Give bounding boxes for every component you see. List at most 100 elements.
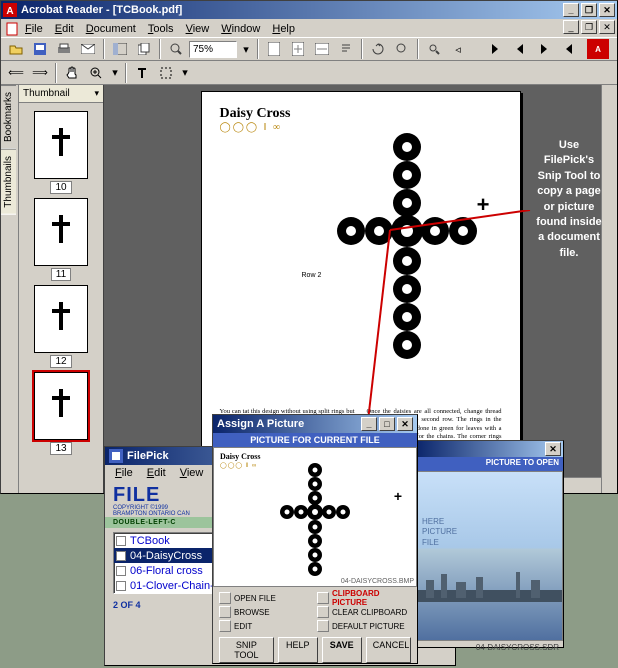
copy-icon[interactable]: [133, 39, 155, 59]
hand-tool-icon[interactable]: [61, 63, 83, 83]
assign-option-grid: OPEN FILE CLIPBOARD PICTURE BROWSE CLEAR…: [213, 587, 417, 635]
tool-dropdown-icon[interactable]: ▾: [109, 63, 121, 83]
doc-minimize-button[interactable]: _: [563, 20, 579, 34]
checkbox-icon[interactable]: [317, 606, 329, 618]
browse-option[interactable]: BROWSE: [219, 605, 313, 619]
zoom-dropdown-icon[interactable]: [165, 39, 187, 59]
assign-button-row: SNIP TOOL HELP SAVE CANCEL: [213, 635, 417, 667]
maximize-button[interactable]: ❐: [581, 3, 597, 17]
file-list-item[interactable]: 01-Clover-Chain-: [114, 578, 222, 593]
select-dropdown-icon[interactable]: ▾: [179, 63, 191, 83]
filepick-file-list[interactable]: TCBook 04-DaisyCross 06-Floral cross 01-…: [113, 532, 223, 594]
pto-titlebar[interactable]: ✕: [415, 441, 563, 457]
assign-pic-filename: 04-DAISYCROSS.BMP: [341, 578, 414, 585]
open-icon[interactable]: [5, 39, 27, 59]
reflow-icon[interactable]: [335, 39, 357, 59]
graphics-select-tool-icon[interactable]: [155, 63, 177, 83]
assign-titlebar[interactable]: Assign A Picture _ □ ✕: [213, 415, 417, 433]
zoom-in-tool-icon[interactable]: [85, 63, 107, 83]
menu-window[interactable]: Window: [215, 22, 266, 36]
fit-page-icon[interactable]: [287, 39, 309, 59]
back-icon[interactable]: ⟸: [5, 63, 27, 83]
pto-header: PICTURE TO OPEN: [415, 457, 563, 471]
menu-edit[interactable]: Edit: [49, 22, 80, 36]
menu-view[interactable]: View: [180, 22, 216, 36]
fp-menu-file[interactable]: File: [109, 466, 139, 482]
snip-tool-button[interactable]: SNIP TOOL: [219, 637, 274, 663]
acrobat-titlebar[interactable]: A Acrobat Reader - [TCBook.pdf] _ ❐ ✕: [1, 1, 617, 19]
thumbnail-panel-header[interactable]: Thumbnail ▾: [19, 85, 103, 103]
preview-cross-illustration: [260, 460, 370, 580]
checkbox-icon[interactable]: [116, 566, 126, 576]
checkbox-icon[interactable]: [219, 620, 231, 632]
fit-width-icon[interactable]: [311, 39, 333, 59]
find-again-icon[interactable]: [391, 39, 413, 59]
checkbox-icon[interactable]: [219, 606, 231, 618]
option-label: BROWSE: [234, 608, 270, 617]
edit-option[interactable]: EDIT: [219, 619, 313, 633]
next-page-icon[interactable]: [533, 39, 555, 59]
chevron-down-icon[interactable]: ▾: [94, 88, 99, 99]
document-icon: [5, 22, 19, 36]
close-button[interactable]: ✕: [599, 3, 615, 17]
menu-help[interactable]: Help: [266, 22, 301, 36]
tab-thumbnails[interactable]: Thumbnails: [1, 149, 16, 215]
search-prev-icon[interactable]: ◃: [447, 39, 469, 59]
checkbox-icon[interactable]: [317, 592, 329, 604]
clipboard-picture-option[interactable]: CLIPBOARD PICTURE: [317, 591, 411, 605]
last-page-icon[interactable]: [557, 39, 579, 59]
rotate-icon[interactable]: [367, 39, 389, 59]
print-icon[interactable]: [53, 39, 75, 59]
checkbox-icon[interactable]: [317, 620, 329, 632]
default-picture-option[interactable]: DEFAULT PICTURE: [317, 619, 411, 633]
doc-close-button[interactable]: ✕: [599, 20, 615, 34]
checkbox-icon[interactable]: [116, 551, 126, 561]
file-list-label: 06-Floral cross: [130, 565, 203, 577]
svg-text:A: A: [6, 6, 13, 17]
mail-icon[interactable]: [77, 39, 99, 59]
prev-page-icon[interactable]: [509, 39, 531, 59]
thumbnail-item[interactable]: 12: [31, 285, 91, 368]
first-page-icon[interactable]: [485, 39, 507, 59]
fp-menu-view[interactable]: View: [174, 466, 210, 482]
pto-close-button[interactable]: ✕: [545, 442, 561, 456]
text-select-tool-icon[interactable]: [131, 63, 153, 83]
thumbnail-item[interactable]: 10: [31, 111, 91, 194]
zoom-step-down-icon[interactable]: ▾: [239, 39, 253, 59]
thumbnail-item[interactable]: 13: [31, 372, 91, 455]
fp-menu-edit[interactable]: Edit: [141, 466, 172, 482]
forward-icon[interactable]: ⟹: [29, 63, 51, 83]
file-list-item[interactable]: 04-DaisyCross: [114, 548, 222, 563]
assign-maximize-button[interactable]: □: [379, 417, 395, 431]
assign-close-button[interactable]: ✕: [397, 417, 413, 431]
menu-file[interactable]: File: [19, 22, 49, 36]
zoom-input[interactable]: 75%: [189, 41, 237, 58]
checkbox-icon[interactable]: [219, 592, 231, 604]
menu-document[interactable]: Document: [80, 22, 142, 36]
open-file-option[interactable]: OPEN FILE: [219, 591, 313, 605]
search-icon[interactable]: [423, 39, 445, 59]
thumbnail-list[interactable]: 10 11 12 13: [19, 103, 103, 493]
preview-title: Daisy Cross: [220, 452, 261, 461]
checkbox-icon[interactable]: [116, 536, 126, 546]
help-button[interactable]: HELP: [278, 637, 318, 663]
pto-picture-preview[interactable]: HERE PICTURE FILE: [415, 471, 563, 641]
adobe-logo-icon[interactable]: A: [587, 39, 609, 59]
actual-size-icon[interactable]: [263, 39, 285, 59]
file-list-item[interactable]: 06-Floral cross: [114, 563, 222, 578]
save-icon[interactable]: [29, 39, 51, 59]
clear-clipboard-option[interactable]: CLEAR CLIPBOARD: [317, 605, 411, 619]
checkbox-icon[interactable]: [116, 581, 126, 591]
save-button[interactable]: SAVE: [322, 637, 362, 663]
file-list-item[interactable]: TCBook: [114, 533, 222, 548]
cancel-button[interactable]: CANCEL: [366, 637, 411, 663]
acrobat-app-icon: A: [3, 3, 17, 17]
thumbnail-item[interactable]: 11: [31, 198, 91, 281]
tab-bookmarks[interactable]: Bookmarks: [1, 85, 16, 149]
doc-restore-button[interactable]: ❐: [581, 20, 597, 34]
menu-tools[interactable]: Tools: [142, 22, 180, 36]
nav-pane-icon[interactable]: [109, 39, 131, 59]
assign-picture-preview[interactable]: Daisy Cross ◯◯◯ ‖ ∞ + 04-DAISYCROSS.BMP: [213, 447, 417, 587]
minimize-button[interactable]: _: [563, 3, 579, 17]
assign-minimize-button[interactable]: _: [361, 417, 377, 431]
